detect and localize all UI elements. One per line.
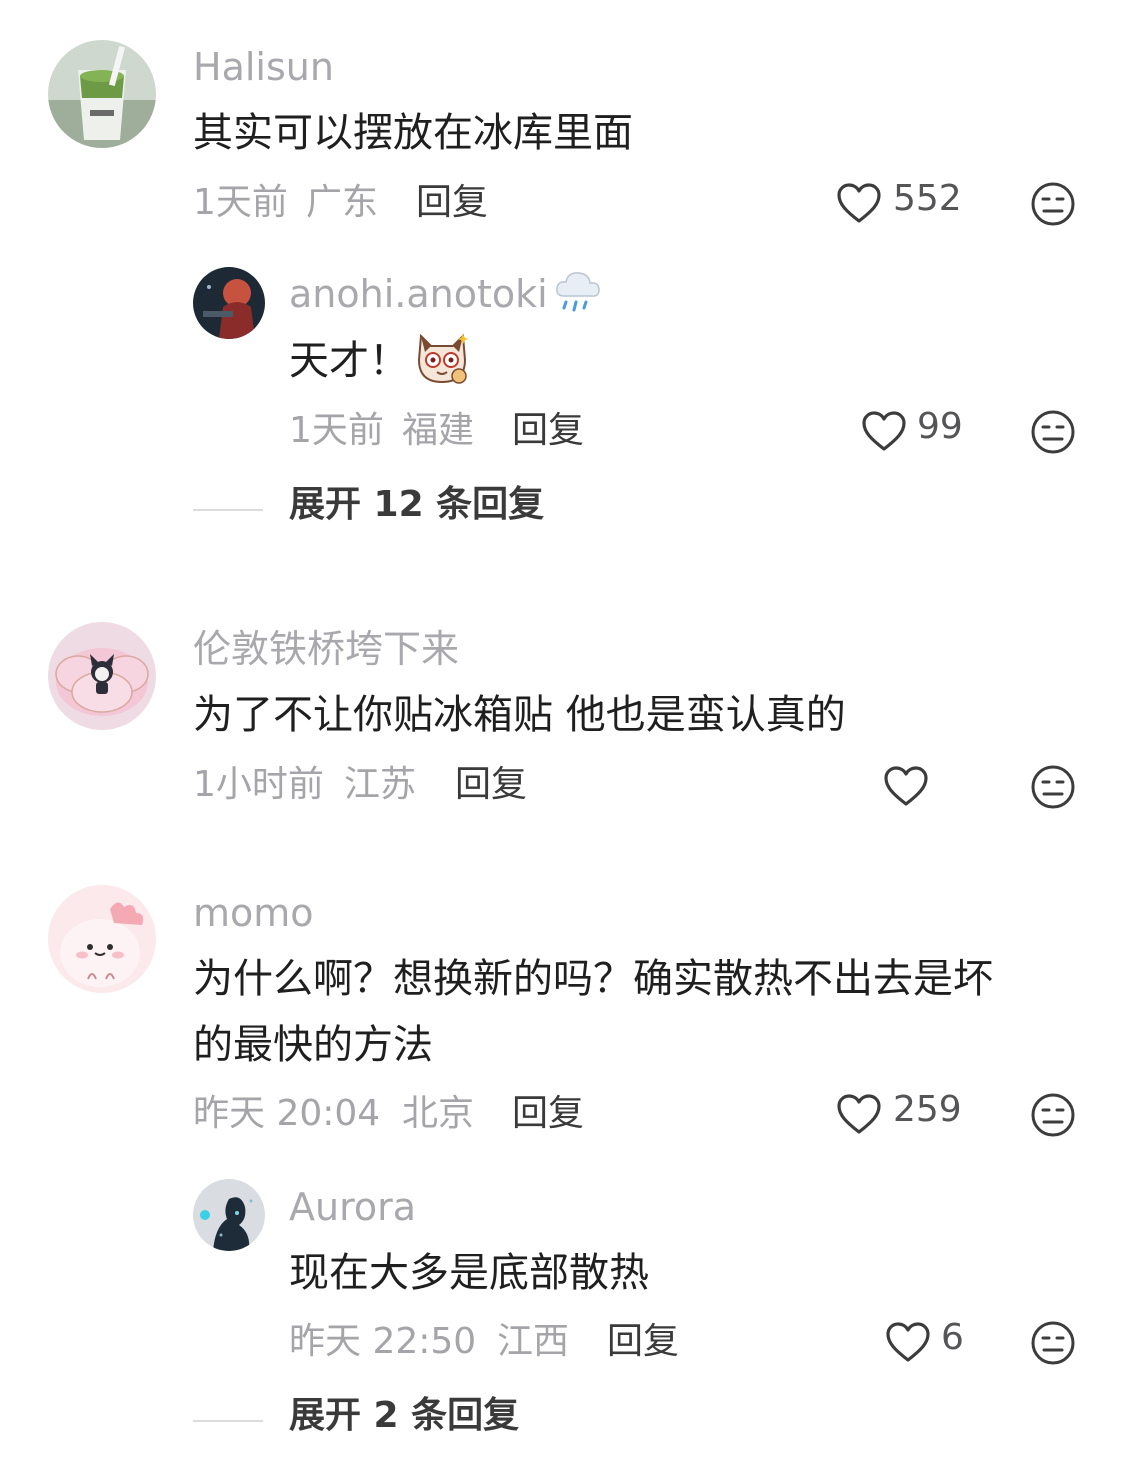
neutral-face-icon[interactable] (1030, 409, 1076, 455)
heart-outline-icon[interactable] (836, 182, 882, 224)
heart-outline-icon[interactable] (885, 1321, 931, 1363)
neutral-face-icon[interactable] (1030, 181, 1076, 227)
rain-cloud-icon (556, 272, 600, 312)
comment-text: 为了不让你贴冰箱贴 他也是蛮认真的 (193, 692, 846, 738)
reply-text: 现在大多是底部散热 (289, 1250, 649, 1296)
avatar[interactable] (48, 40, 156, 148)
neutral-face-icon[interactable] (1030, 1092, 1076, 1138)
reply-button[interactable]: 回复 (512, 1096, 584, 1132)
cat-emoji-icon (417, 333, 469, 384)
comment-time: 1天前 (193, 182, 288, 223)
like-count: 99 (917, 406, 963, 447)
comment-text-line-1: 为什么啊？想换新的吗？确实散热不出去是坏 (193, 956, 993, 1002)
reply-text: 天才！ (289, 338, 409, 384)
expand-replies-button[interactable]: 展开 12 条回复 (289, 487, 544, 523)
avatar[interactable] (193, 267, 265, 339)
comment-time: 1小时前 (193, 764, 324, 805)
like-count: 552 (893, 178, 962, 219)
comment-username[interactable]: Halisun (193, 48, 334, 86)
avatar[interactable] (193, 1179, 265, 1251)
comment-location: 广东 (306, 182, 379, 223)
neutral-face-icon[interactable] (1030, 1320, 1076, 1366)
reply-button[interactable]: 回复 (455, 767, 527, 803)
reply-button[interactable]: 回复 (607, 1324, 679, 1360)
comment-time: 昨天 20:04 (193, 1093, 381, 1134)
reply-button[interactable]: 回复 (416, 185, 488, 221)
expand-replies-button[interactable]: 展开 2 条回复 (289, 1398, 519, 1434)
avatar[interactable] (48, 622, 156, 730)
reply-time: 昨天 22:50 (289, 1321, 477, 1362)
comment-location: 北京 (402, 1093, 475, 1134)
neutral-face-icon[interactable] (1030, 764, 1076, 810)
reply-location: 福建 (402, 410, 475, 451)
comment-text: 其实可以摆放在冰库里面 (193, 110, 633, 156)
avatar[interactable] (48, 885, 156, 993)
reply-time: 1天前 (289, 410, 384, 451)
heart-outline-icon[interactable] (883, 765, 929, 807)
like-count: 6 (941, 1317, 964, 1358)
reply-username[interactable]: anohi.anotoki (289, 275, 548, 313)
comment-text-line-2: 的最快的方法 (193, 1022, 433, 1068)
reply-button[interactable]: 回复 (512, 413, 584, 449)
like-count: 259 (893, 1089, 962, 1130)
heart-outline-icon[interactable] (861, 410, 907, 452)
expand-divider (193, 1420, 263, 1422)
reply-username[interactable]: Aurora (289, 1188, 416, 1226)
comment-username[interactable]: momo (193, 894, 314, 932)
comment-location: 江苏 (344, 764, 417, 805)
heart-outline-icon[interactable] (836, 1093, 882, 1135)
reply-location: 江西 (497, 1321, 570, 1362)
expand-divider (193, 509, 263, 511)
comment-username[interactable]: 伦敦铁桥垮下来 (193, 630, 459, 668)
